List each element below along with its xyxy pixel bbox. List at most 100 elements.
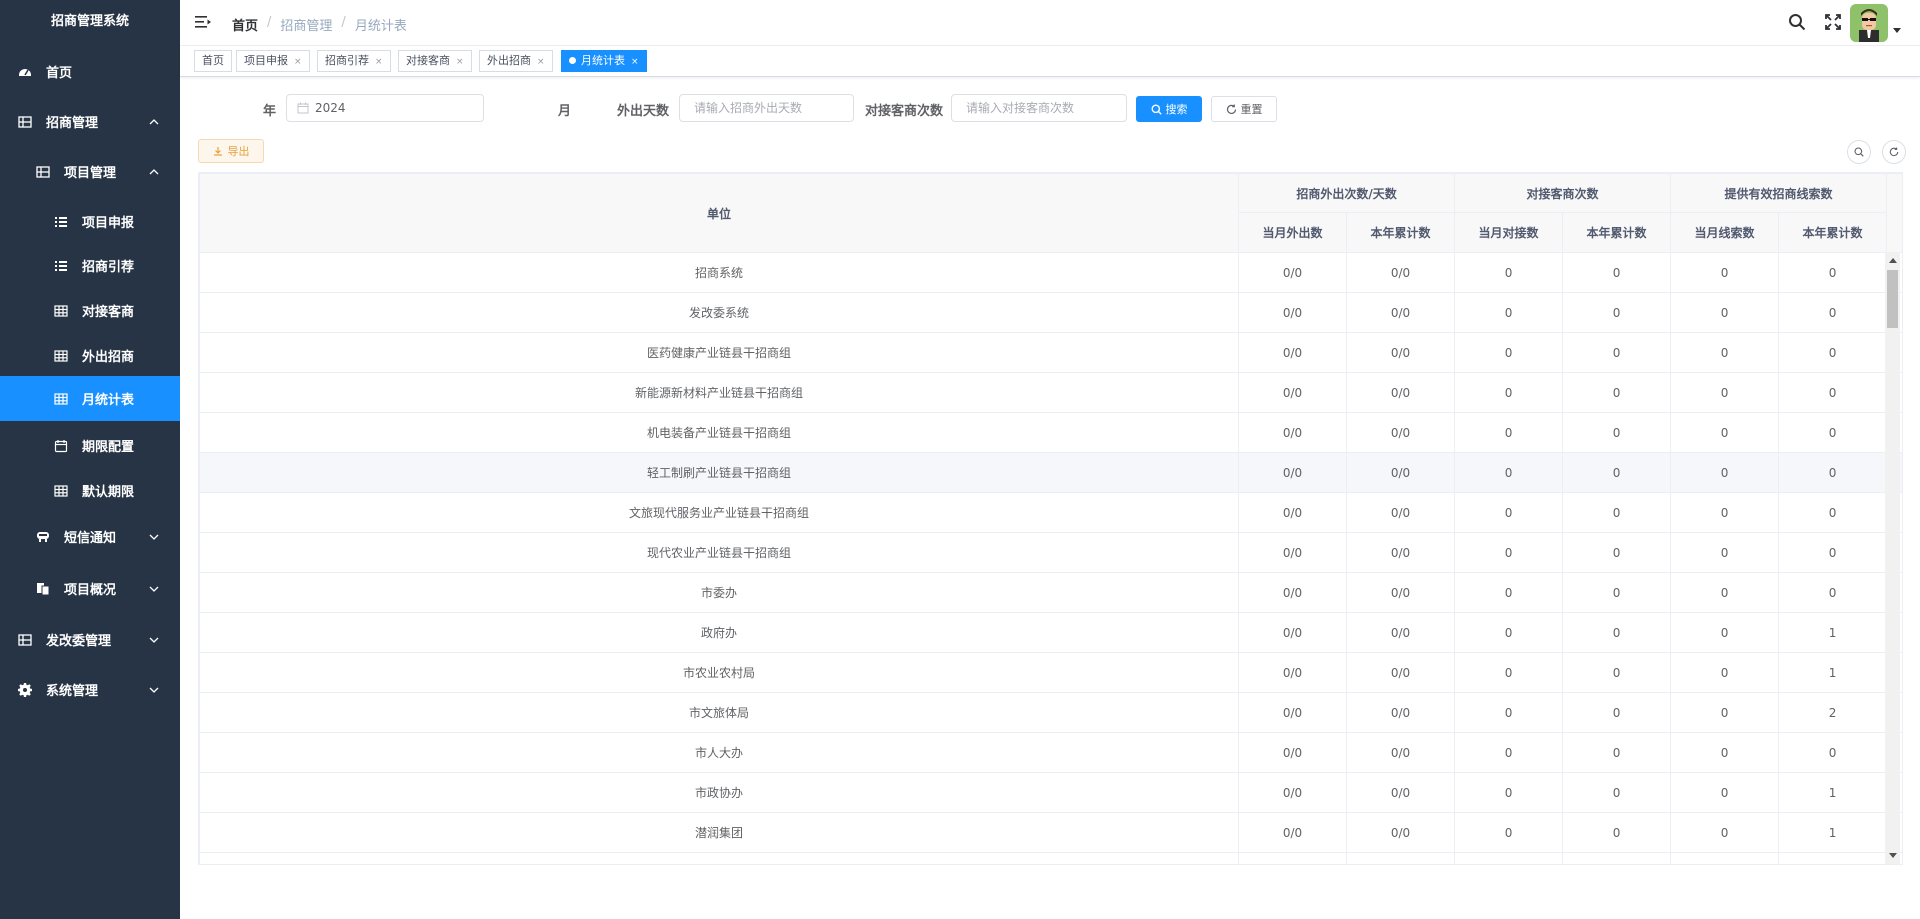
stats-table: 单位 招商外出次数/天数 对接客商次数 提供有效招商线索数 当月外出数 本年累计… <box>199 173 1902 864</box>
sidebar-item-mrqx[interactable]: 默认期限 <box>0 468 180 513</box>
sidebar-item-qxpz[interactable]: 期限配置 <box>0 423 180 468</box>
value-cell: 0 <box>1778 252 1888 293</box>
tag-wczs[interactable]: 外出招商 × <box>479 50 553 72</box>
active-dot-icon <box>569 56 576 64</box>
sidebar-item-label: 项目申报 <box>82 216 135 231</box>
tag-home[interactable]: 首页 <box>194 50 232 72</box>
unit-cell: 机电装备产业链县干招商组 <box>199 412 1239 453</box>
fullscreen-icon[interactable] <box>1825 14 1841 30</box>
reset-button[interactable]: 重置 <box>1211 96 1277 122</box>
sidebar-item-djks[interactable]: 对接客商 <box>0 288 180 333</box>
value-cell: 0 <box>1670 252 1780 293</box>
toggle-search-button[interactable] <box>1847 140 1871 164</box>
out-days-input[interactable]: 请输入招商外出天数 <box>679 94 854 122</box>
scroll-up-icon[interactable] <box>1889 258 1897 263</box>
sidebar-item-xmgk[interactable]: 项目概况 <box>0 566 180 611</box>
tag-djks[interactable]: 对接客商 × <box>398 50 472 72</box>
table-scrollbar[interactable] <box>1885 252 1900 864</box>
value-cell: 0/0 <box>1238 852 1347 864</box>
table-row[interactable]: 市农业农村局 0/0 0/0 0 0 0 1 <box>199 652 1902 693</box>
year-value: 2024 <box>315 101 346 115</box>
table-row[interactable]: 政府办 0/0 0/0 0 0 0 1 <box>199 612 1902 653</box>
caret-down-icon[interactable] <box>1893 26 1901 34</box>
table-row[interactable]: 招商系统 0/0 0/0 0 0 0 0 <box>199 252 1902 293</box>
table-row[interactable]: 文旅现代服务业产业链县干招商组 0/0 0/0 0 0 0 0 <box>199 492 1902 533</box>
value-cell: 0 <box>1562 732 1672 773</box>
close-icon[interactable]: × <box>375 57 383 67</box>
export-button[interactable]: 导出 <box>198 139 264 163</box>
sidebar-item-zsgl[interactable]: 招商管理 <box>0 99 180 144</box>
value-cell: 2 <box>1778 692 1888 733</box>
value-cell: 0/0 <box>1345 652 1456 693</box>
scroll-thumb[interactable] <box>1887 270 1898 328</box>
value-cell: 0 <box>1454 652 1564 693</box>
search-button[interactable]: 搜索 <box>1136 96 1202 122</box>
close-icon[interactable]: × <box>537 57 545 67</box>
sidebar-item-xtgl[interactable]: 系统管理 <box>0 667 180 712</box>
value-cell: 0 <box>1562 332 1672 373</box>
value-cell: 0/0 <box>1238 692 1347 733</box>
sidebar-item-dxtz[interactable]: 短信通知 <box>0 514 180 559</box>
table-row[interactable]: 发改委系统 0/0 0/0 0 0 0 0 <box>199 292 1902 333</box>
table-row[interactable]: 机电装备产业链县干招商组 0/0 0/0 0 0 0 0 <box>199 412 1902 453</box>
calendar-icon <box>297 102 309 114</box>
sidebar-item-label: 招商管理 <box>46 116 99 131</box>
tags-view: 首页 项目申报 × 招商引荐 × 对接客商 × 外出招商 × 月统计表 × <box>180 46 1920 77</box>
table-row[interactable]: 现代农业产业链县干招商组 0/0 0/0 0 0 0 0 <box>199 532 1902 573</box>
value-cell: 0/0 <box>1345 252 1456 293</box>
file-icon <box>36 582 50 596</box>
sidebar-item-zsyj[interactable]: 招商引荐 <box>0 243 180 288</box>
refresh-button[interactable] <box>1882 140 1906 164</box>
visits-input[interactable]: 请输入对接客商次数 <box>951 94 1127 122</box>
tag-zsyj[interactable]: 招商引荐 × <box>317 50 391 72</box>
grid-icon <box>54 304 68 318</box>
value-cell: 0 <box>1562 692 1672 733</box>
sidebar-item-xmgl[interactable]: 项目管理 <box>0 149 180 194</box>
breadcrumb-current: 月统计表 <box>354 19 407 34</box>
value-cell: 0/0 <box>1238 372 1347 413</box>
unit-cell: 市卫健委 <box>199 852 1239 864</box>
value-cell: 0 <box>1454 772 1564 813</box>
value-cell: 0 <box>1562 572 1672 613</box>
scroll-down-icon[interactable] <box>1889 853 1897 858</box>
tag-xmsb[interactable]: 项目申报 × <box>236 50 310 72</box>
value-cell: 0 <box>1562 612 1672 653</box>
sidebar-item-label: 系统管理 <box>46 684 99 699</box>
sidebar-item-label: 项目管理 <box>64 166 117 181</box>
value-cell: 0 <box>1454 292 1564 333</box>
table-row[interactable]: 市政协办 0/0 0/0 0 0 0 1 <box>199 772 1902 813</box>
list-icon <box>54 259 68 273</box>
table-row[interactable]: 轻工制刷产业链县干招商组 0/0 0/0 0 0 0 0 <box>199 452 1902 493</box>
hamburger-icon[interactable] <box>195 14 211 30</box>
search-icon[interactable] <box>1788 13 1806 31</box>
grid-icon <box>54 349 68 363</box>
tag-ytjb[interactable]: 月统计表 × <box>561 50 647 72</box>
value-cell: 0 <box>1670 372 1780 413</box>
sidebar-item-xmsb[interactable]: 项目申报 <box>0 199 180 244</box>
close-icon[interactable]: × <box>294 57 302 67</box>
value-cell: 0/0 <box>1345 732 1456 773</box>
table-row[interactable]: 市人大办 0/0 0/0 0 0 0 0 <box>199 732 1902 773</box>
value-cell: 0/0 <box>1238 492 1347 533</box>
table-row[interactable]: 新能源新材料产业链县干招商组 0/0 0/0 0 0 0 0 <box>199 372 1902 413</box>
avatar[interactable] <box>1850 4 1888 42</box>
breadcrumb-home[interactable]: 首页 <box>232 15 258 34</box>
table-row[interactable]: 市卫健委0/00/00001 <box>199 852 1902 864</box>
table-row[interactable]: 医药健康产业链县干招商组 0/0 0/0 0 0 0 0 <box>199 332 1902 373</box>
tag-label: 首页 <box>202 54 224 67</box>
sidebar-item-fgwgl[interactable]: 发改委管理 <box>0 617 180 662</box>
sidebar-item-ytjb[interactable]: 月统计表 <box>0 376 180 421</box>
table-row[interactable]: 市委办 0/0 0/0 0 0 0 0 <box>199 572 1902 613</box>
column-group-header: 对接客商次数 <box>1454 173 1672 213</box>
close-icon[interactable]: × <box>631 57 639 67</box>
sidebar-item-label: 月统计表 <box>82 393 135 408</box>
sidebar: 招商管理系统 首页 招商管理 项目管理 项目申报 招商引荐 对接客商 外出招商 … <box>0 0 180 919</box>
value-cell: 0/0 <box>1238 252 1347 293</box>
close-icon[interactable]: × <box>456 57 464 67</box>
sidebar-item-wczs[interactable]: 外出招商 <box>0 333 180 378</box>
table-row[interactable]: 市文旅体局 0/0 0/0 0 0 0 2 <box>199 692 1902 733</box>
year-picker[interactable]: 2024 <box>286 94 484 122</box>
unit-cell: 市文旅体局 <box>199 692 1239 733</box>
sidebar-item-home[interactable]: 首页 <box>0 49 180 94</box>
table-row[interactable]: 潜润集团 0/0 0/0 0 0 0 1 <box>199 812 1902 853</box>
